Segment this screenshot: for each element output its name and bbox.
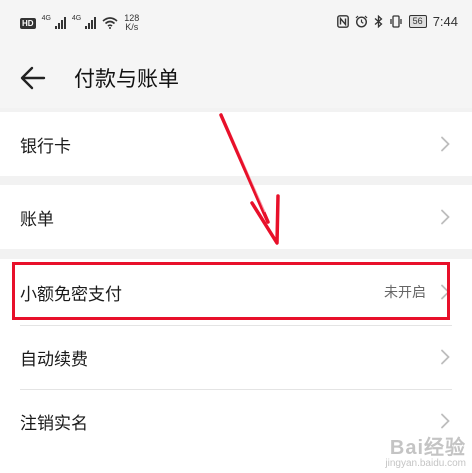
battery-icon: 56 xyxy=(408,15,427,28)
baidu-jingyan-watermark: Bai经验 jingyan.baidu.com xyxy=(385,431,466,469)
menu-item-bills[interactable]: 账单 xyxy=(0,185,472,249)
watermark-url: jingyan.baidu.com xyxy=(385,458,466,469)
clock-time: 7:44 xyxy=(432,14,458,29)
menu-item-label: 自动续费 xyxy=(20,349,88,370)
chevron-right-icon xyxy=(441,209,450,225)
arrow-left-icon[interactable] xyxy=(20,66,46,90)
network-speed-unit: K/s xyxy=(125,22,139,32)
status-bar-right: 56 7:44 xyxy=(336,14,458,29)
network-type-1: 4G xyxy=(41,14,51,22)
status-value-not-enabled: 未开启 xyxy=(384,285,426,301)
chevron-right-icon xyxy=(441,136,450,152)
hd-voice-icon: HD xyxy=(20,17,36,29)
watermark-logo-text: Bai经验 xyxy=(389,437,466,459)
menu-item-bank-card[interactable]: 银行卡 xyxy=(0,112,472,176)
settings-group-bank: 银行卡 xyxy=(0,112,472,176)
menu-item-label: 账单 xyxy=(20,209,54,230)
app-header: 付款与账单 xyxy=(0,48,472,108)
chevron-right-icon xyxy=(441,284,450,300)
status-bar-left: HD 4G 4G 128 K/s xyxy=(20,14,139,32)
network-speed: 128 K/s xyxy=(124,14,139,32)
settings-group-bills: 账单 xyxy=(0,185,472,249)
status-bar: HD 4G 4G 128 K/s 56 7:44 xyxy=(0,0,472,48)
alarm-icon xyxy=(355,15,368,28)
menu-item-auto-renew[interactable]: 自动续费 xyxy=(0,325,472,389)
bluetooth-icon xyxy=(374,15,383,28)
network-type-2: 4G xyxy=(71,14,82,22)
menu-item-small-amount-password-free[interactable]: 小额免密支付 未开启 xyxy=(0,259,472,325)
wifi-icon xyxy=(102,17,118,29)
nfc-icon xyxy=(336,15,349,28)
signal-strength-icon-2 xyxy=(85,17,97,29)
chevron-right-icon xyxy=(441,349,450,365)
chevron-right-icon xyxy=(441,413,450,429)
menu-item-label: 注销实名 xyxy=(20,413,88,434)
page-title: 付款与账单 xyxy=(74,67,179,91)
menu-item-label: 小额免密支付 xyxy=(20,284,122,305)
vibrate-icon xyxy=(390,15,402,28)
signal-strength-icon xyxy=(54,17,66,29)
menu-item-label: 银行卡 xyxy=(20,136,71,157)
